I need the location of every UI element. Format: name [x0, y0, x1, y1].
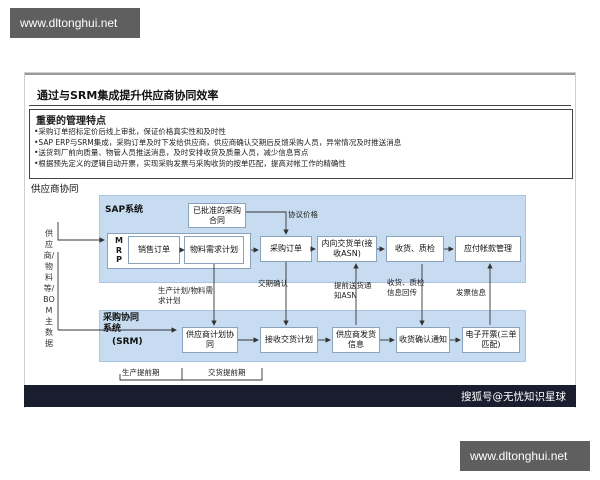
watermark-bottom: www.dltonghui.net	[460, 441, 590, 471]
footer-bar: 搜狐号@无忧知识星球	[24, 385, 576, 407]
connector-arrows	[57, 211, 493, 381]
footer-attribution: 搜狐号@无忧知识星球	[461, 391, 566, 403]
